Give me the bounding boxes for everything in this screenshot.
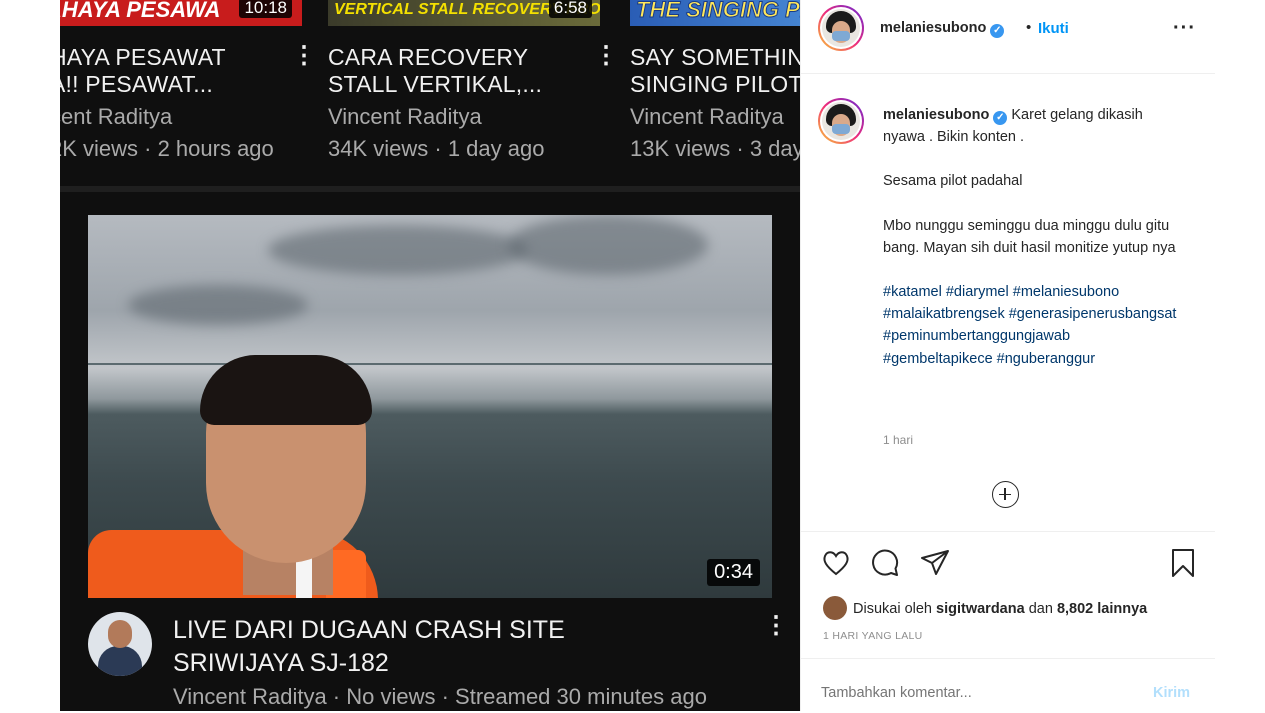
video-card-3[interactable]: SAY SOMETHING SINGING PILOT C Vincent Ra… xyxy=(630,44,800,162)
channel-name[interactable]: Vincent Raditya xyxy=(328,104,608,130)
cloud xyxy=(508,215,708,275)
live-video-thumbnail[interactable]: 0:34 xyxy=(88,215,772,598)
avatar-image xyxy=(822,9,860,47)
video-meta: 2K views · 2 hours ago xyxy=(60,136,274,161)
video-card-2[interactable]: CARA RECOVERY STALL VERTIKAL,... Vincent… xyxy=(328,44,608,162)
verified-badge-icon: ✓ xyxy=(993,111,1008,125)
share-icon[interactable] xyxy=(919,547,951,579)
video-title[interactable]: LIVE DARI DUGAAN CRASH SITE SRIWIJAYA SJ… xyxy=(173,614,565,680)
person-hair xyxy=(200,355,372,425)
avatar-body xyxy=(98,646,142,676)
post-actions: Disukai oleh sigitwardana dan 8,802 lain… xyxy=(801,531,1215,712)
video-meta: Vincent Raditya · No views · Streamed 30… xyxy=(173,684,707,709)
likes-mid: dan xyxy=(1028,601,1053,617)
post-header: melaniesubono ✓ • Ikuti ··· xyxy=(801,0,1215,74)
caption-timestamp: 1 hari xyxy=(883,433,914,447)
video-title[interactable]: SAY SOMETHING SINGING PILOT C xyxy=(630,44,800,98)
video-thumbnail-1[interactable]: AHAYA PESAWA 10:18 xyxy=(60,0,302,26)
username[interactable]: melaniesubono xyxy=(880,20,986,36)
sea-horizon xyxy=(88,363,772,365)
hashtag-list[interactable]: #katamel #diarymel #melaniesubono #malai… xyxy=(883,281,1183,370)
caption-paragraph: Mbo nunggu seminggu dua minggu dulu gitu… xyxy=(883,217,1176,256)
username-link[interactable]: melaniesubono ✓ xyxy=(880,20,1005,38)
video-duration: 6:58 xyxy=(548,0,592,18)
comment-bar: Kirim xyxy=(801,658,1215,713)
likes-summary: Disukai oleh sigitwardana dan 8,802 lain… xyxy=(823,596,1147,620)
post-timestamp[interactable]: 1 HARI YANG LALU xyxy=(823,630,923,642)
avatar-image xyxy=(822,102,860,140)
avatar[interactable] xyxy=(818,5,864,51)
page-margin-left xyxy=(0,0,60,711)
bookmark-icon[interactable] xyxy=(1167,547,1199,579)
avatar-head xyxy=(108,620,132,648)
channel-avatar[interactable] xyxy=(88,612,152,676)
load-more-comments-icon[interactable] xyxy=(992,481,1019,508)
separator-dot: • xyxy=(1026,19,1032,36)
heart-icon[interactable] xyxy=(820,547,852,579)
more-options-icon[interactable]: ··· xyxy=(1173,18,1196,38)
caption-username[interactable]: melaniesubono xyxy=(883,107,989,123)
more-options-icon[interactable]: ⋮ xyxy=(292,44,316,68)
instagram-post-panel: melaniesubono ✓ • Ikuti ··· melaniesubono… xyxy=(800,0,1216,711)
liker-username[interactable]: sigitwardana xyxy=(936,601,1025,617)
caption-avatar[interactable] xyxy=(818,98,864,144)
cloud xyxy=(268,225,528,275)
caption-first-paragraph: melaniesubono ✓ Karet gelang dikasih nyaw… xyxy=(883,104,1183,148)
comment-input[interactable] xyxy=(821,685,1121,701)
video-duration: 0:34 xyxy=(707,559,760,586)
avatar-mask xyxy=(832,31,850,41)
video-title[interactable]: CARA RECOVERY STALL VERTIKAL,... xyxy=(328,44,608,98)
video-card-1[interactable]: HAYA PESAWAT A!! PESAWAT... cent Raditya… xyxy=(60,44,330,162)
likes-count[interactable]: 8,802 lainnya xyxy=(1057,601,1147,617)
post-caption: melaniesubono ✓ Karet gelang dikasih nyaw… xyxy=(883,104,1183,370)
channel-name[interactable]: Vincent Raditya xyxy=(630,104,800,130)
video-meta: 13K views · 3 day xyxy=(630,136,800,161)
page-margin-right xyxy=(1215,0,1265,711)
likes-prefix: Disukai oleh xyxy=(853,601,932,617)
cloud xyxy=(128,285,308,325)
more-options-icon[interactable]: ⋮ xyxy=(594,44,618,68)
follow-button[interactable]: Ikuti xyxy=(1038,20,1069,37)
video-thumbnail-3[interactable]: THE SINGING PILO xyxy=(630,0,800,26)
avatar-mask xyxy=(832,124,850,134)
video-title[interactable]: HAYA PESAWAT A!! PESAWAT... xyxy=(60,44,330,98)
more-options-icon[interactable]: ⋮ xyxy=(764,614,788,638)
video-meta: 34K views · 1 day ago xyxy=(328,136,545,161)
caption-paragraph: Sesama pilot padahal xyxy=(883,173,1023,190)
channel-name[interactable]: cent Raditya xyxy=(60,104,330,130)
comment-icon[interactable] xyxy=(869,547,901,579)
video-thumbnail-2[interactable]: VERTICAL STALL RECOVERY PROCE 6:58 xyxy=(328,0,600,26)
verified-badge-icon: ✓ xyxy=(990,24,1005,38)
liker-avatar[interactable] xyxy=(823,596,847,620)
section-divider xyxy=(60,186,800,192)
youtube-screenshot: AHAYA PESAWA 10:18 VERTICAL STALL RECOVE… xyxy=(60,0,800,711)
thumbnail-text: AHAYA PESAWA xyxy=(60,0,221,22)
video-duration: 10:18 xyxy=(239,0,292,18)
thumbnail-text: THE SINGING PILO xyxy=(635,0,800,23)
send-comment-button[interactable]: Kirim xyxy=(1153,685,1190,701)
